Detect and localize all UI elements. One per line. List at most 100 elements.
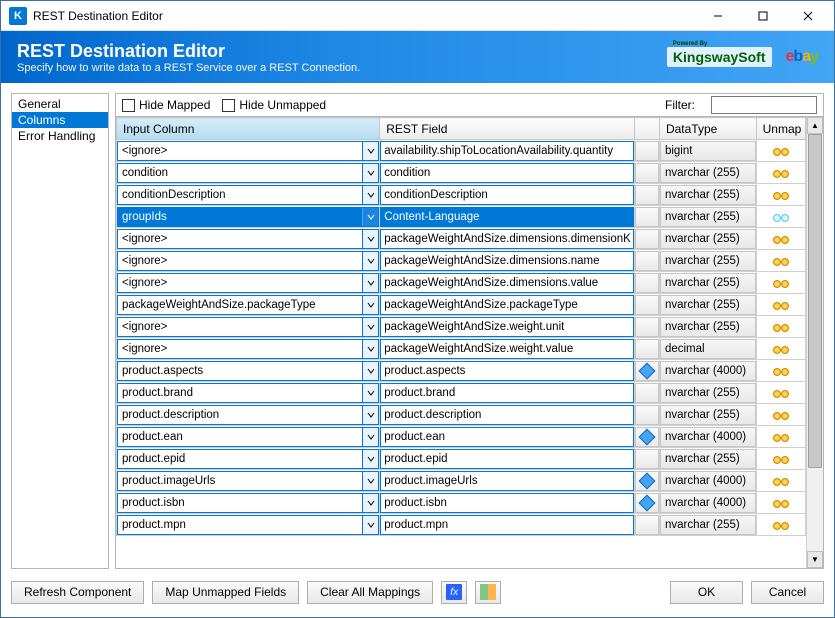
input-column-dropdown[interactable]: product.brand: [117, 383, 379, 403]
input-column-dropdown[interactable]: <ignore>: [117, 273, 379, 293]
refresh-component-button[interactable]: Refresh Component: [11, 581, 144, 604]
scroll-up-button[interactable]: ▲: [807, 117, 823, 134]
chevron-down-icon[interactable]: [362, 230, 378, 248]
chevron-down-icon[interactable]: [362, 362, 378, 380]
rest-field-cell[interactable]: product.isbn: [380, 493, 634, 513]
unmap-button[interactable]: [757, 273, 805, 293]
col-header-icon[interactable]: [635, 118, 660, 140]
table-row[interactable]: product.mpnproduct.mpnnvarchar (255): [117, 514, 806, 536]
clear-all-mappings-button[interactable]: Clear All Mappings: [307, 581, 433, 604]
maximize-button[interactable]: [740, 2, 785, 30]
chevron-down-icon[interactable]: [362, 142, 378, 160]
chevron-down-icon[interactable]: [362, 208, 378, 226]
unmap-button[interactable]: [757, 427, 805, 447]
chevron-down-icon[interactable]: [362, 274, 378, 292]
unmap-button[interactable]: [757, 185, 805, 205]
chevron-down-icon[interactable]: [362, 252, 378, 270]
rest-field-cell[interactable]: condition: [380, 163, 634, 183]
table-row[interactable]: product.brandproduct.brandnvarchar (255): [117, 382, 806, 404]
chevron-down-icon[interactable]: [362, 318, 378, 336]
input-column-dropdown[interactable]: <ignore>: [117, 317, 379, 337]
unmap-button[interactable]: [757, 471, 805, 491]
input-column-dropdown[interactable]: <ignore>: [117, 339, 379, 359]
hide-unmapped-checkbox[interactable]: Hide Unmapped: [222, 98, 326, 112]
sidebar-item-error-handling[interactable]: Error Handling: [12, 128, 108, 144]
unmap-button[interactable]: [757, 141, 805, 161]
rest-field-cell[interactable]: Content-Language: [380, 207, 634, 227]
unmap-button[interactable]: [757, 229, 805, 249]
table-row[interactable]: product.imageUrlsproduct.imageUrlsnvarch…: [117, 470, 806, 492]
col-header-unmap[interactable]: Unmap: [756, 118, 805, 140]
rest-field-cell[interactable]: packageWeightAndSize.packageType: [380, 295, 634, 315]
table-row[interactable]: conditionconditionnvarchar (255): [117, 162, 806, 184]
rest-field-cell[interactable]: availability.shipToLocationAvailability.…: [380, 141, 634, 161]
col-header-input[interactable]: Input Column: [117, 118, 380, 140]
unmap-button[interactable]: [757, 383, 805, 403]
table-row[interactable]: product.descriptionproduct.descriptionnv…: [117, 404, 806, 426]
unmap-button[interactable]: [757, 515, 805, 535]
table-row[interactable]: product.isbnproduct.isbnnvarchar (4000): [117, 492, 806, 514]
vertical-scrollbar[interactable]: ▲ ▼: [806, 117, 823, 568]
chevron-down-icon[interactable]: [362, 186, 378, 204]
input-column-dropdown[interactable]: packageWeightAndSize.packageType: [117, 295, 379, 315]
chevron-down-icon[interactable]: [362, 450, 378, 468]
table-row[interactable]: <ignore>packageWeightAndSize.dimensions.…: [117, 250, 806, 272]
unmap-button[interactable]: [757, 251, 805, 271]
rest-field-cell[interactable]: product.brand: [380, 383, 634, 403]
chevron-down-icon[interactable]: [362, 164, 378, 182]
chevron-down-icon[interactable]: [362, 384, 378, 402]
rest-field-cell[interactable]: product.mpn: [380, 515, 634, 535]
unmap-button[interactable]: [757, 449, 805, 469]
table-row[interactable]: <ignore>availability.shipToLocationAvail…: [117, 140, 806, 162]
unmap-button[interactable]: [757, 163, 805, 183]
table-row[interactable]: packageWeightAndSize.packageTypepackageW…: [117, 294, 806, 316]
chevron-down-icon[interactable]: [362, 296, 378, 314]
unmap-button[interactable]: [757, 207, 805, 227]
input-column-dropdown[interactable]: <ignore>: [117, 251, 379, 271]
table-row[interactable]: product.epidproduct.epidnvarchar (255): [117, 448, 806, 470]
hide-mapped-checkbox[interactable]: Hide Mapped: [122, 98, 210, 112]
input-column-dropdown[interactable]: product.aspects: [117, 361, 379, 381]
rest-field-cell[interactable]: product.epid: [380, 449, 634, 469]
rest-field-cell[interactable]: packageWeightAndSize.dimensions.dimensio…: [380, 229, 634, 249]
minimize-button[interactable]: [695, 2, 740, 30]
scroll-down-button[interactable]: ▼: [807, 551, 823, 568]
unmap-button[interactable]: [757, 295, 805, 315]
table-row[interactable]: conditionDescriptionconditionDescription…: [117, 184, 806, 206]
input-column-dropdown[interactable]: product.isbn: [117, 493, 379, 513]
unmap-button[interactable]: [757, 361, 805, 381]
rest-field-cell[interactable]: product.description: [380, 405, 634, 425]
input-column-dropdown[interactable]: condition: [117, 163, 379, 183]
table-row[interactable]: product.aspectsproduct.aspectsnvarchar (…: [117, 360, 806, 382]
table-row[interactable]: <ignore>packageWeightAndSize.dimensions.…: [117, 228, 806, 250]
rest-field-cell[interactable]: packageWeightAndSize.dimensions.value: [380, 273, 634, 293]
sidebar-item-general[interactable]: General: [12, 96, 108, 112]
input-column-dropdown[interactable]: product.ean: [117, 427, 379, 447]
unmap-button[interactable]: [757, 317, 805, 337]
rest-field-cell[interactable]: conditionDescription: [380, 185, 634, 205]
col-header-rest[interactable]: REST Field: [380, 118, 635, 140]
input-column-dropdown[interactable]: product.mpn: [117, 515, 379, 535]
filter-input[interactable]: [711, 96, 817, 114]
chevron-down-icon[interactable]: [362, 428, 378, 446]
cancel-button[interactable]: Cancel: [751, 581, 824, 604]
input-column-dropdown[interactable]: <ignore>: [117, 141, 379, 161]
rest-field-cell[interactable]: packageWeightAndSize.weight.unit: [380, 317, 634, 337]
input-column-dropdown[interactable]: product.epid: [117, 449, 379, 469]
input-column-dropdown[interactable]: product.description: [117, 405, 379, 425]
rest-field-cell[interactable]: product.aspects: [380, 361, 634, 381]
ok-button[interactable]: OK: [670, 581, 743, 604]
table-row[interactable]: groupIdsContent-Languagenvarchar (255): [117, 206, 806, 228]
rest-field-cell[interactable]: packageWeightAndSize.weight.value: [380, 339, 634, 359]
rest-field-cell[interactable]: product.imageUrls: [380, 471, 634, 491]
input-column-dropdown[interactable]: <ignore>: [117, 229, 379, 249]
unmap-button[interactable]: [757, 339, 805, 359]
close-button[interactable]: [785, 2, 830, 30]
table-row[interactable]: <ignore>packageWeightAndSize.weight.unit…: [117, 316, 806, 338]
columns-button[interactable]: [475, 581, 501, 604]
col-header-datatype[interactable]: DataType: [659, 118, 756, 140]
unmap-button[interactable]: [757, 405, 805, 425]
scroll-thumb[interactable]: [808, 134, 822, 468]
rest-field-cell[interactable]: packageWeightAndSize.dimensions.name: [380, 251, 634, 271]
input-column-dropdown[interactable]: conditionDescription: [117, 185, 379, 205]
